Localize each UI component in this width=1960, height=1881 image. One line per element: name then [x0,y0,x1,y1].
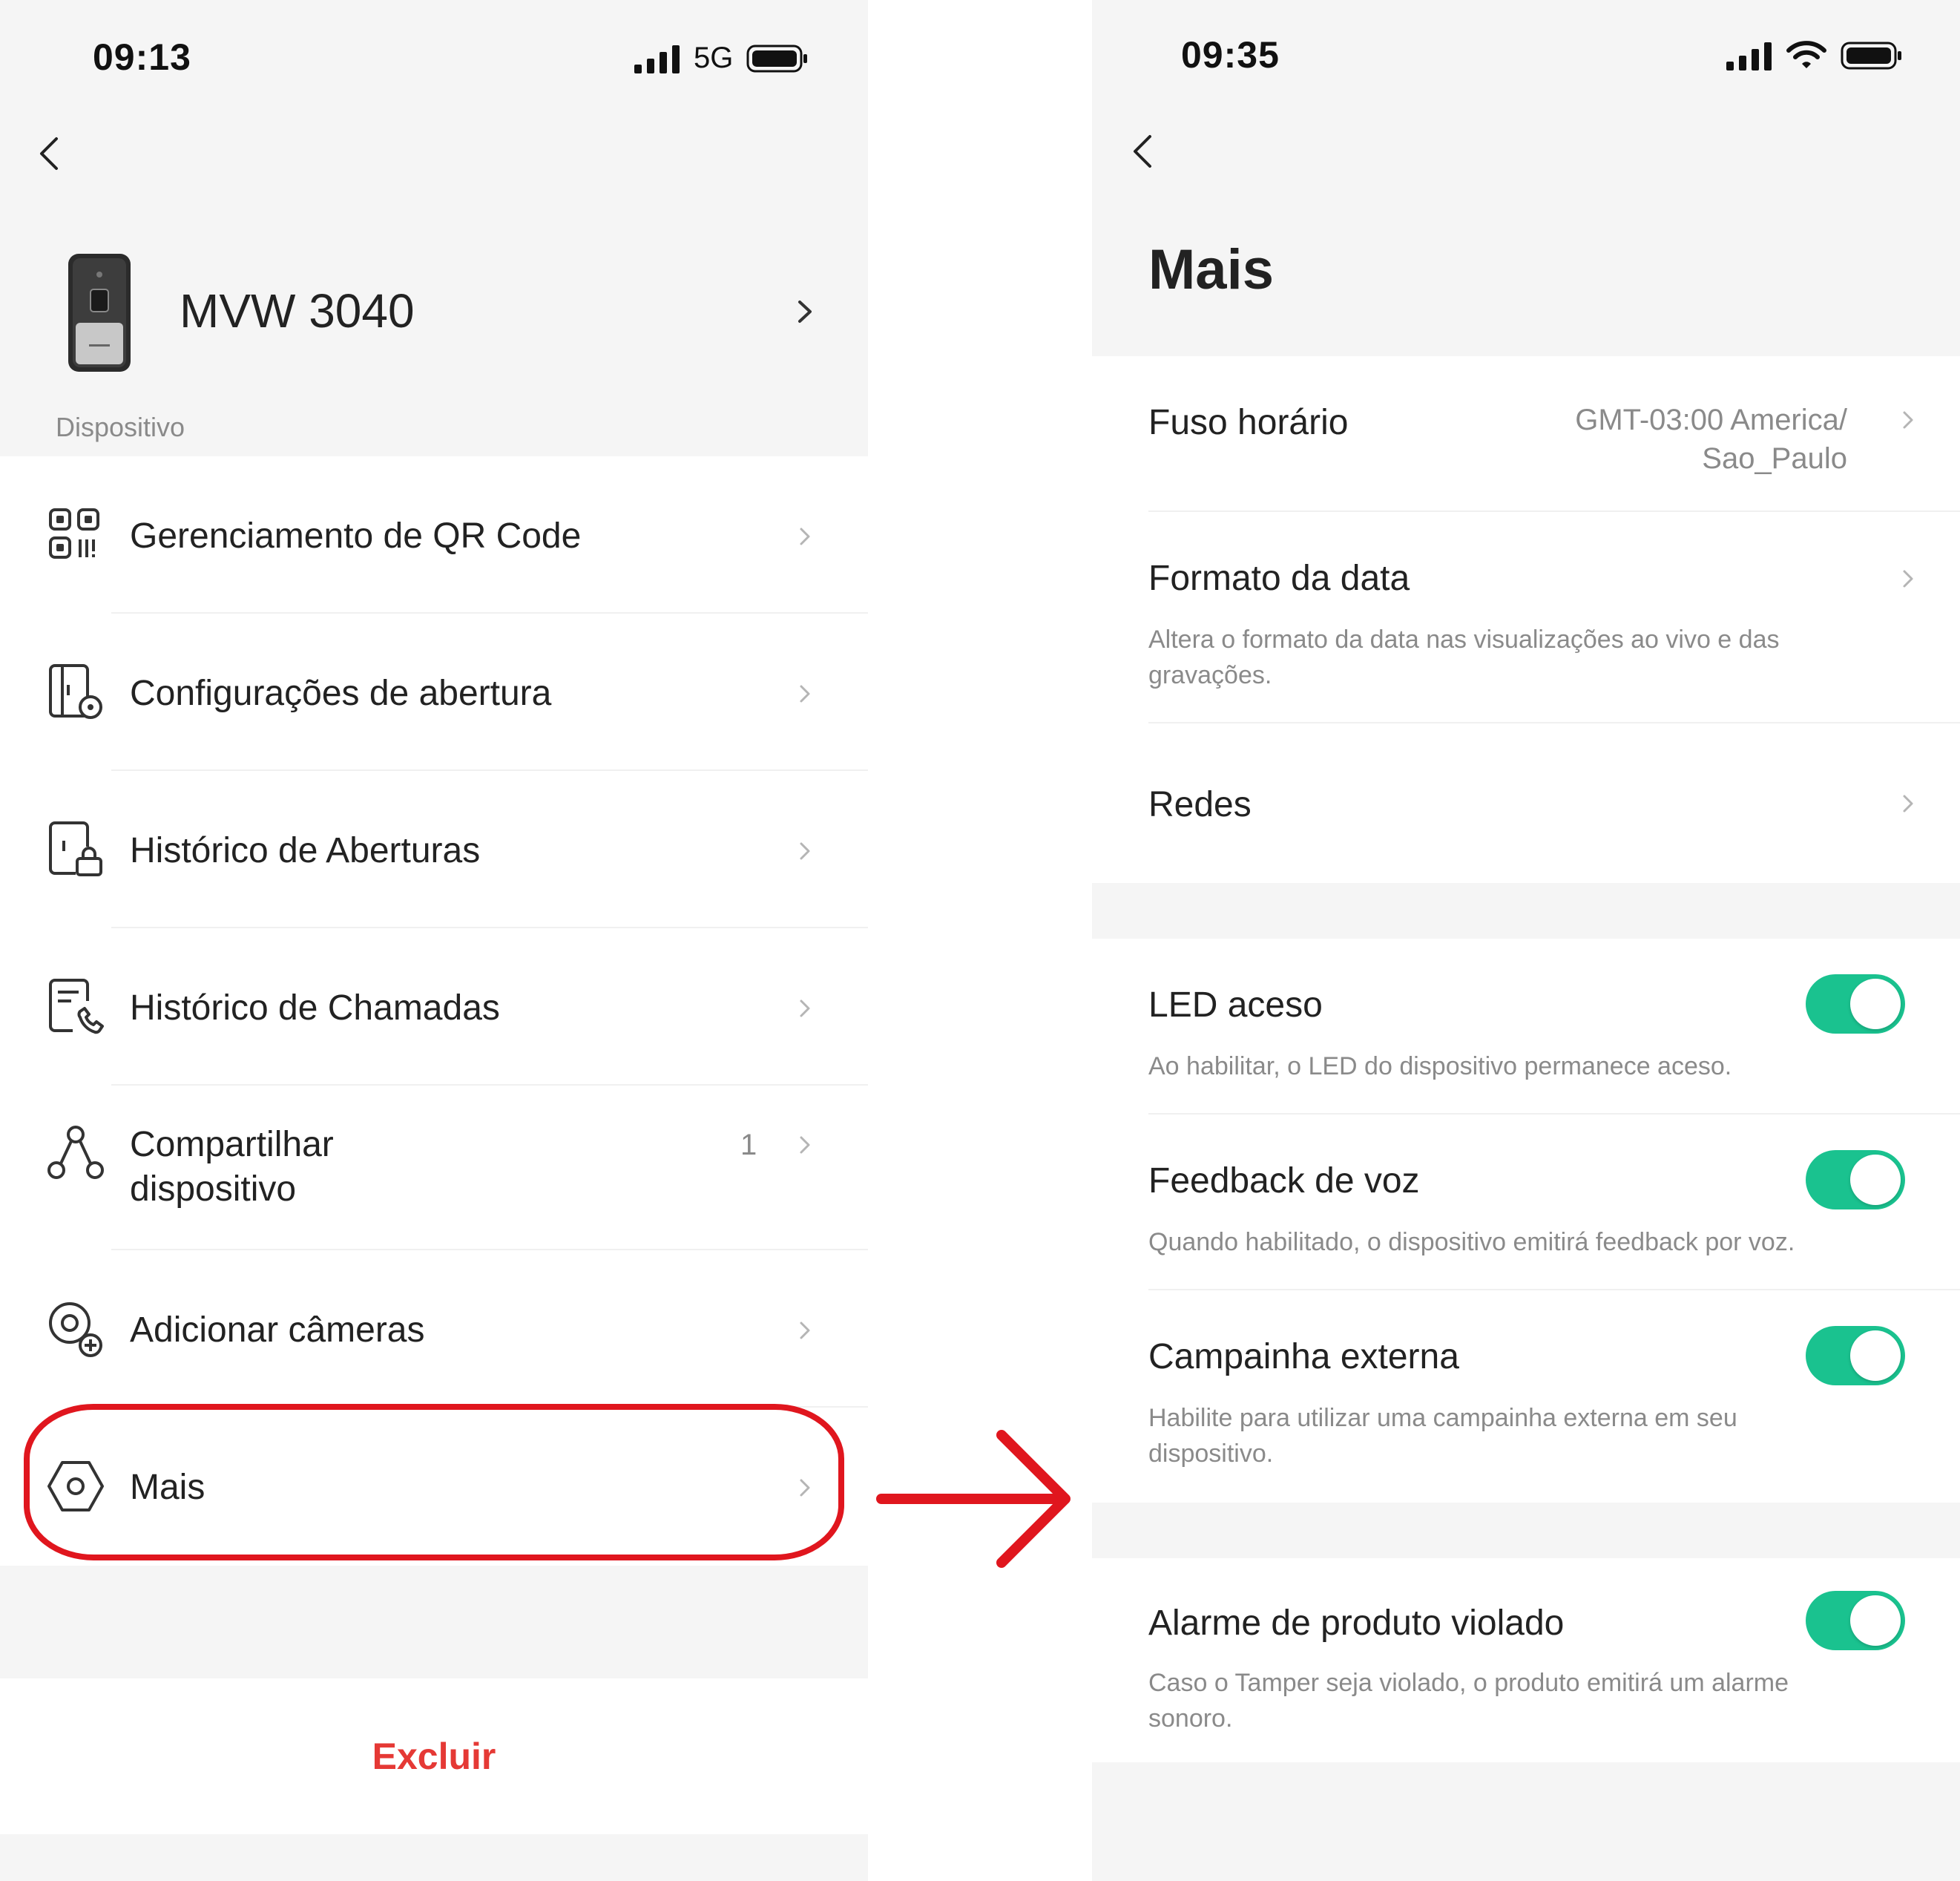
menu-item-label: Histórico de Aberturas [130,831,481,870]
setting-led-on: LED aceso Ao habilitar, o LED do disposi… [1092,939,1960,1115]
toggle-knob [1850,1155,1901,1205]
setting-title: Fuso horário [1148,403,1349,442]
chevron-right-icon[interactable] [786,293,823,330]
device-image-icon [68,254,131,372]
device-name: MVW 3040 [180,284,415,338]
device-header[interactable]: MVW 3040 [0,223,868,393]
more-settings-screen: 09:35 Mais Fuso horário GMT-03:00 Americ… [1092,0,1960,1881]
chevron-right-icon [800,685,810,703]
led-toggle[interactable] [1806,974,1905,1034]
menu-item-opening-history[interactable]: Histórico de Aberturas [0,771,868,928]
menu-item-label-line2: dispositivo [130,1169,297,1209]
settings-group-tamper: Alarme de produto violado Caso o Tamper … [1092,1558,1960,1762]
arrow-annotation-icon [876,1430,1071,1568]
share-count-badge: 1 [740,1129,757,1161]
setting-value-line1: GMT-03:00 America/ [1575,404,1847,436]
setting-title: Formato da data [1148,559,1410,598]
status-time: 09:35 [1181,34,1280,76]
qr-code-icon [49,508,99,559]
menu-item-add-cameras[interactable]: Adicionar câmeras [0,1250,868,1408]
settings-group-general: Fuso horário GMT-03:00 America/ Sao_Paul… [1092,356,1960,883]
tamper-alarm-toggle[interactable] [1806,1591,1905,1650]
menu-item-label: Adicionar câmeras [130,1310,425,1350]
wifi-icon [1786,41,1826,68]
setting-title: Alarme de produto violado [1148,1603,1565,1643]
delete-device-button[interactable]: Excluir [372,1735,496,1778]
setting-networks[interactable]: Redes [1092,723,1960,883]
highlight-annotation [24,1404,844,1560]
chevron-right-icon [1903,411,1913,429]
chevron-right-icon [800,528,810,545]
back-chevron-icon[interactable] [28,131,73,176]
menu-item-label: Configurações de abertura [130,674,552,713]
setting-description: Altera o formato da data nas visualizaçõ… [1148,626,1780,689]
setting-description: Caso o Tamper seja violado, o produto em… [1148,1669,1789,1733]
battery-icon [746,45,808,72]
status-time: 09:13 [93,36,191,78]
setting-description: Habilite para utilizar uma campainha ext… [1148,1404,1737,1468]
setting-title: Campainha externa [1148,1337,1459,1376]
setting-date-format[interactable]: Formato da data Altera o formato da data… [1092,512,1960,723]
menu-item-qr-code[interactable]: Gerenciamento de QR Code [0,456,868,614]
setting-time-zone[interactable]: Fuso horário GMT-03:00 America/ Sao_Paul… [1092,356,1960,512]
menu-item-opening-settings[interactable]: Configurações de abertura [0,614,868,771]
chevron-right-icon [1903,795,1913,813]
setting-voice-feedback: Feedback de voz Quando habilitado, o dis… [1092,1115,1960,1290]
toggle-knob [1850,1595,1901,1646]
setting-tamper-alarm: Alarme de produto violado Caso o Tamper … [1092,1558,1960,1762]
setting-description: Quando habilitado, o dispositivo emitirá… [1148,1228,1795,1256]
setting-title: Redes [1148,785,1252,824]
menu-item-label: Gerenciamento de QR Code [130,516,582,556]
share-device-icon [47,1126,104,1179]
call-history-icon [49,979,104,1034]
setting-title: LED aceso [1148,985,1323,1025]
add-camera-icon [49,1302,102,1357]
voice-feedback-toggle[interactable] [1806,1150,1905,1209]
toggle-knob [1850,1330,1901,1381]
external-bell-toggle[interactable] [1806,1326,1905,1385]
setting-value-line2: Sao_Paulo [1702,442,1847,475]
menu-item-call-history[interactable]: Histórico de Chamadas [0,928,868,1086]
battery-icon [1841,42,1901,70]
cellular-signal-icon [1726,42,1772,70]
device-menu-list: Gerenciamento de QR Code Configurações d… [0,456,868,1566]
delete-section: Excluir [0,1678,868,1834]
device-settings-screen: 09:13 5G MVW 3040 Dispositivo Gerenciame… [0,0,868,1881]
chevron-right-icon [800,842,810,860]
settings-group-toggles: LED aceso Ao habilitar, o LED do disposi… [1092,939,1960,1503]
section-caption: Dispositivo [56,412,185,442]
setting-external-bell: Campainha externa Habilite para utilizar… [1092,1290,1960,1503]
status-icons: 5G [634,42,809,75]
chevron-right-icon [800,1322,810,1339]
page-title: Mais [1148,238,1274,301]
status-icons [1726,40,1903,71]
cellular-signal-icon [634,45,680,73]
toggle-knob [1850,979,1901,1029]
setting-description: Ao habilitar, o LED do dispositivo perma… [1148,1052,1732,1080]
menu-item-label-line1: Compartilhar [130,1125,334,1164]
door-settings-icon [49,664,102,719]
setting-title: Feedback de voz [1148,1161,1420,1201]
menu-item-label: Histórico de Chamadas [130,988,500,1028]
chevron-right-icon [1903,570,1913,588]
network-type: 5G [694,42,734,74]
chevron-right-icon [800,999,810,1017]
back-chevron-icon[interactable] [1122,129,1166,174]
chevron-right-icon [800,1136,810,1154]
menu-item-share-device[interactable]: Compartilhar dispositivo 1 [0,1086,868,1250]
door-lock-history-icon [49,821,102,876]
